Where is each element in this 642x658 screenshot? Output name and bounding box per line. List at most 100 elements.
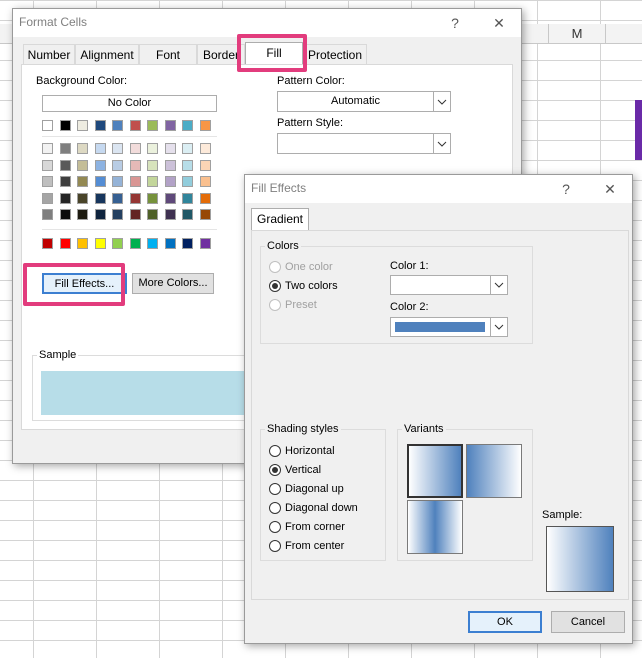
color-swatch-shade4-9[interactable] (182, 192, 193, 204)
radio-one-color[interactable]: One color (269, 261, 333, 273)
color-swatch-shade3-2[interactable] (59, 176, 71, 187)
color-swatch-shade3-10[interactable] (199, 176, 211, 187)
color-swatch-theme-3[interactable] (77, 120, 88, 131)
color2-dropdown[interactable] (390, 317, 508, 337)
color-swatch-shade2-1[interactable] (42, 159, 53, 171)
tab-number[interactable]: Number (23, 44, 75, 65)
variant-3[interactable] (407, 500, 463, 554)
color-swatch-shade2-4[interactable] (94, 159, 106, 171)
color-swatch-theme-9[interactable] (182, 120, 193, 131)
color-swatch-standard-2[interactable] (59, 238, 71, 249)
color-swatch-shade2-10[interactable] (199, 159, 211, 171)
color-swatch-shade5-8[interactable] (164, 209, 176, 220)
color-swatch-shade4-8[interactable] (164, 192, 176, 204)
color-swatch-shade5-9[interactable] (182, 209, 193, 220)
more-colors-button[interactable]: More Colors... (132, 273, 214, 294)
color-swatch-shade1-7[interactable] (147, 143, 158, 154)
color-swatch-shade2-3[interactable] (77, 159, 88, 171)
variant-1[interactable] (407, 444, 463, 498)
color-swatch-shade1-6[interactable] (129, 143, 141, 154)
color-swatch-shade1-9[interactable] (182, 143, 193, 154)
color-swatch-shade1-10[interactable] (199, 143, 211, 154)
radio-preset[interactable]: Preset (269, 299, 317, 311)
color-swatch-theme-6[interactable] (129, 120, 141, 131)
color-swatch-shade3-1[interactable] (42, 176, 53, 187)
color1-dropdown[interactable] (390, 275, 508, 295)
color-swatch-shade5-6[interactable] (129, 209, 141, 220)
variant-2[interactable] (466, 444, 522, 498)
color-swatch-standard-8[interactable] (164, 238, 176, 249)
color-swatch-theme-1[interactable] (42, 120, 53, 131)
color-swatch-shade4-7[interactable] (147, 192, 158, 204)
tab-alignment[interactable]: Alignment (75, 44, 139, 65)
color-swatch-standard-10[interactable] (199, 238, 211, 249)
color-swatch-shade5-5[interactable] (112, 209, 123, 220)
color-swatch-shade2-5[interactable] (112, 159, 123, 171)
color-swatch-shade3-6[interactable] (129, 176, 141, 187)
column-header-m[interactable]: M (548, 24, 606, 44)
color-swatch-shade5-7[interactable] (147, 209, 158, 220)
color-swatch-shade4-6[interactable] (129, 192, 141, 204)
radio-from-center[interactable]: From center (269, 540, 344, 552)
radio-from-corner[interactable]: From corner (269, 521, 345, 533)
color-swatch-standard-7[interactable] (147, 238, 158, 249)
color-swatch-shade1-3[interactable] (77, 143, 88, 154)
radio-diagonal-up[interactable]: Diagonal up (269, 483, 344, 495)
color-swatch-shade2-2[interactable] (59, 159, 71, 171)
tab-font[interactable]: Font (139, 44, 197, 65)
color-swatch-theme-4[interactable] (94, 120, 106, 131)
color-swatch-shade5-4[interactable] (94, 209, 106, 220)
color-swatch-theme-2[interactable] (59, 120, 71, 131)
radio-horizontal[interactable]: Horizontal (269, 445, 335, 457)
color-swatch-shade5-2[interactable] (59, 209, 71, 220)
color-swatch-shade5-10[interactable] (199, 209, 211, 220)
color-swatch-shade5-3[interactable] (77, 209, 88, 220)
close-button[interactable]: ✕ (487, 13, 511, 33)
color-swatch-shade3-4[interactable] (94, 176, 106, 187)
ok-button[interactable]: OK (468, 611, 542, 633)
color-swatch-shade3-5[interactable] (112, 176, 123, 187)
color-swatch-standard-6[interactable] (129, 238, 141, 249)
color-swatch-shade4-2[interactable] (59, 192, 71, 204)
color-swatch-standard-5[interactable] (112, 238, 123, 249)
color-swatch-shade1-4[interactable] (94, 143, 106, 154)
color-swatch-shade3-9[interactable] (182, 176, 193, 187)
tab-protection[interactable]: Protection (303, 44, 367, 65)
color-swatch-theme-8[interactable] (164, 120, 176, 131)
color-swatch-shade1-2[interactable] (59, 143, 71, 154)
color-swatch-shade3-3[interactable] (77, 176, 88, 187)
color-swatch-standard-9[interactable] (182, 238, 193, 249)
color-swatch-shade4-1[interactable] (42, 192, 53, 204)
color-swatch-shade2-7[interactable] (147, 159, 158, 171)
color-swatch-theme-5[interactable] (112, 120, 123, 131)
color-swatch-shade4-3[interactable] (77, 192, 88, 204)
color-swatch-shade1-1[interactable] (42, 143, 53, 154)
color-swatch-theme-7[interactable] (147, 120, 158, 131)
pattern-style-dropdown[interactable] (277, 133, 451, 154)
color-swatch-standard-3[interactable] (77, 238, 88, 249)
color-swatch-shade1-5[interactable] (112, 143, 123, 154)
color-swatch-shade2-8[interactable] (164, 159, 176, 171)
close-button[interactable]: ✕ (598, 179, 622, 199)
help-button[interactable]: ? (443, 13, 467, 33)
color-swatch-theme-10[interactable] (199, 120, 211, 131)
tab-gradient[interactable]: Gradient (251, 208, 309, 231)
color-swatch-shade2-6[interactable] (129, 159, 141, 171)
radio-two-colors[interactable]: Two colors (269, 280, 338, 292)
color-swatch-shade5-1[interactable] (42, 209, 53, 220)
pattern-color-dropdown[interactable]: Automatic (277, 91, 451, 112)
radio-vertical[interactable]: Vertical (269, 464, 321, 476)
color-swatch-shade1-8[interactable] (164, 143, 176, 154)
color-swatch-shade2-9[interactable] (182, 159, 193, 171)
color-swatch-shade3-7[interactable] (147, 176, 158, 187)
no-color-button[interactable]: No Color (42, 95, 217, 112)
color-swatch-standard-1[interactable] (42, 238, 53, 249)
color-swatch-shade4-4[interactable] (94, 192, 106, 204)
cancel-button[interactable]: Cancel (551, 611, 625, 633)
color-swatch-shade4-5[interactable] (112, 192, 123, 204)
color-swatch-shade4-10[interactable] (199, 192, 211, 204)
color-swatch-standard-4[interactable] (94, 238, 106, 249)
color-swatch-shade3-8[interactable] (164, 176, 176, 187)
help-button[interactable]: ? (554, 179, 578, 199)
radio-diagonal-down[interactable]: Diagonal down (269, 502, 358, 514)
